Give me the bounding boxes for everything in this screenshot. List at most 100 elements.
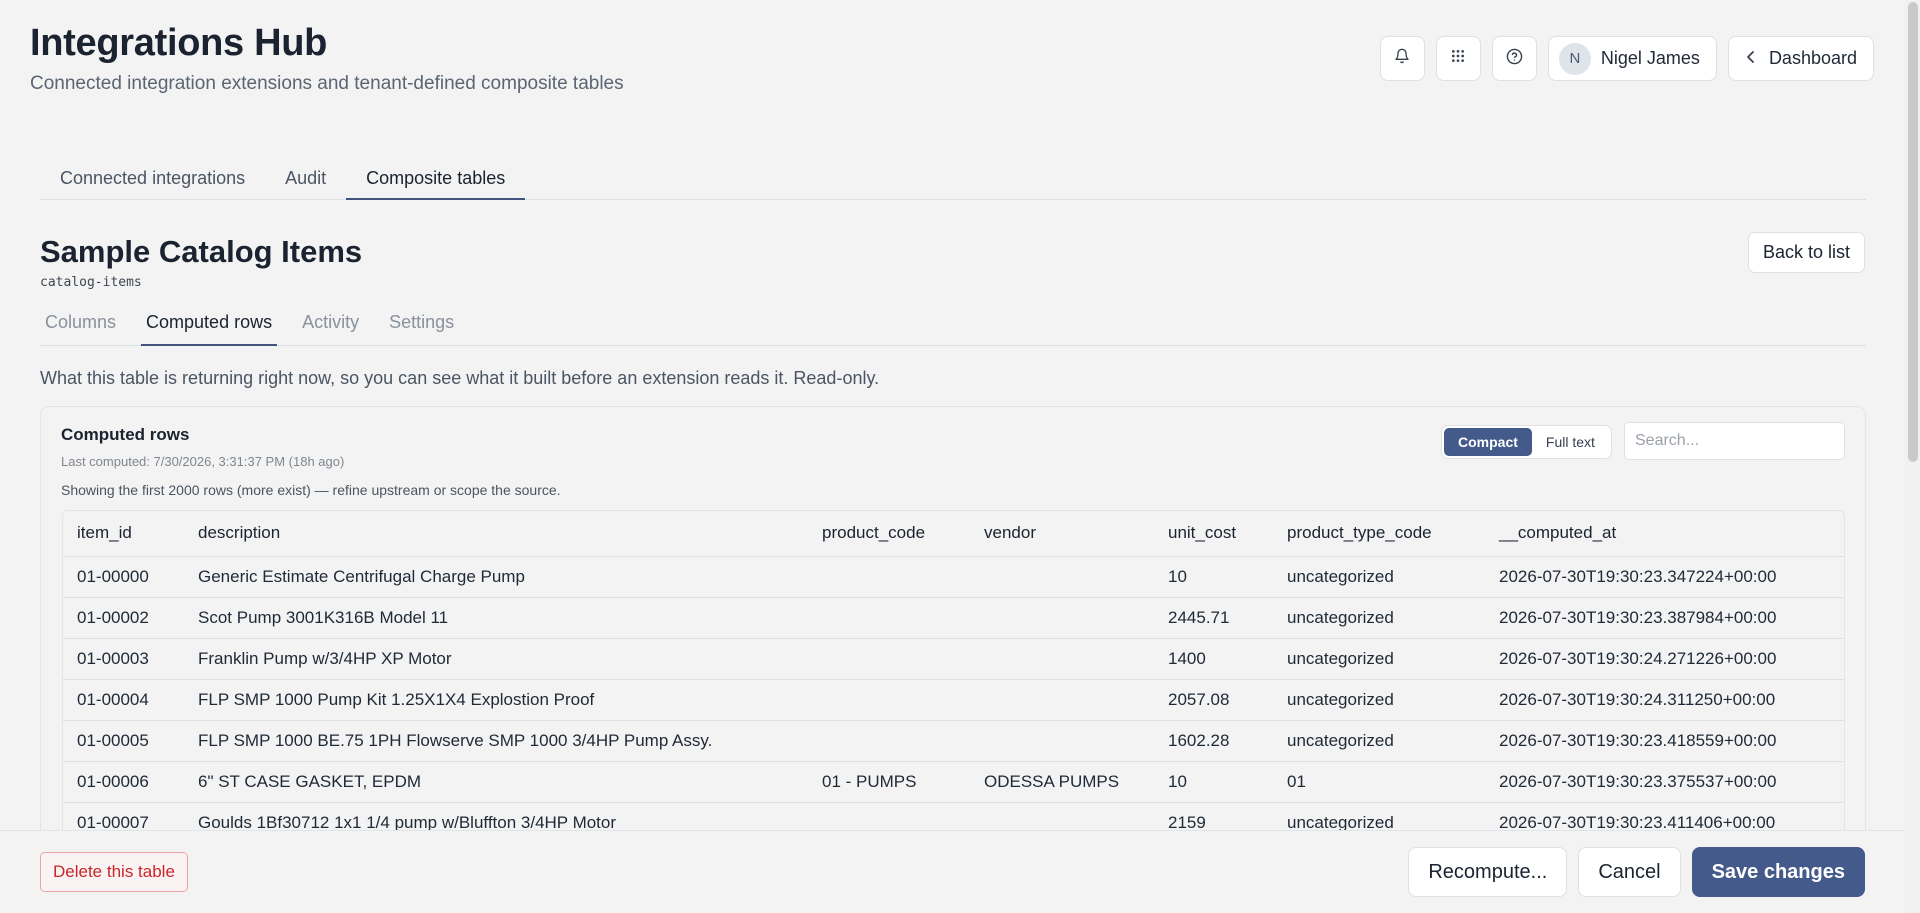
view-mode-toggle: Compact Full text <box>1441 425 1612 459</box>
table-cell: 01-00003 <box>63 638 184 680</box>
search-input[interactable] <box>1624 422 1845 460</box>
table-cell: 01 <box>1273 761 1485 803</box>
table-cell <box>970 679 1154 721</box>
view-full-text-option[interactable]: Full text <box>1532 428 1609 456</box>
subtab-activity[interactable]: Activity <box>297 306 364 346</box>
table-cell: Franklin Pump w/3/4HP XP Motor <box>184 638 808 680</box>
action-footer: Delete this table Recompute... Cancel Sa… <box>0 830 1905 913</box>
column-header[interactable]: product_type_code <box>1273 511 1485 557</box>
column-header[interactable]: __computed_at <box>1485 511 1844 557</box>
table-cell: uncategorized <box>1273 720 1485 762</box>
table-cell: 2026-07-30T19:30:23.347224+00:00 <box>1485 556 1844 598</box>
table-cell <box>970 638 1154 680</box>
table-cell: uncategorized <box>1273 679 1485 721</box>
table-title: Sample Catalog Items <box>40 234 363 269</box>
bell-icon <box>1394 48 1410 69</box>
table-cell: 01-00000 <box>63 556 184 598</box>
delete-table-button[interactable]: Delete this table <box>40 852 188 892</box>
dashboard-label: Dashboard <box>1768 48 1857 68</box>
table-row: 01-00004 FLP SMP 1000 Pump Kit 1.25X1X4 … <box>63 679 1844 721</box>
table-row: 01-00000 Generic Estimate Centrifugal Ch… <box>63 556 1844 598</box>
table-cell: 2445.71 <box>1154 597 1273 639</box>
page-scrollbar[interactable] <box>1905 0 1920 913</box>
back-to-list-button[interactable]: Back to list <box>1747 232 1865 273</box>
column-header[interactable]: product_code <box>808 511 970 557</box>
table-cell <box>970 597 1154 639</box>
table-cell <box>808 638 970 680</box>
table-cell: 1400 <box>1154 638 1273 680</box>
tab-audit[interactable]: Audit <box>265 158 346 200</box>
page-header: Integrations Hub Connected integration e… <box>30 22 624 95</box>
user-name: Nigel James <box>1600 48 1700 68</box>
last-computed: Last computed: 7/30/2026, 3:31:37 PM (18… <box>61 454 345 469</box>
table-cell: 01-00002 <box>63 597 184 639</box>
table-cell: uncategorized <box>1273 556 1485 598</box>
table-cell: Generic Estimate Centrifugal Charge Pump <box>184 556 808 598</box>
cancel-button[interactable]: Cancel <box>1578 847 1681 897</box>
view-compact-option[interactable]: Compact <box>1444 428 1532 456</box>
chevron-left-icon <box>1745 48 1757 69</box>
table-cell <box>970 556 1154 598</box>
table-cell: 10 <box>1154 761 1273 803</box>
table-cell: 10 <box>1154 556 1273 598</box>
table-cell: 6" ST CASE GASKET, EPDM <box>184 761 808 803</box>
tab-composite-tables[interactable]: Composite tables <box>346 158 526 200</box>
column-header[interactable]: item_id <box>63 511 184 557</box>
table-cell <box>808 597 970 639</box>
sub-tabs: Columns Computed rows Activity Settings <box>40 306 1866 346</box>
save-changes-button[interactable]: Save changes <box>1691 847 1865 897</box>
table-cell: 2026-07-30T19:30:24.271226+00:00 <box>1485 638 1844 680</box>
row-limit-note: Showing the first 2000 rows (more exist)… <box>61 482 561 498</box>
table-cell: FLP SMP 1000 BE.75 1PH Flowserve SMP 100… <box>184 720 808 762</box>
help-button[interactable] <box>1491 36 1537 81</box>
recompute-button[interactable]: Recompute... <box>1408 847 1568 897</box>
scrollbar-thumb[interactable] <box>1908 2 1918 462</box>
table-row: 01-00005 FLP SMP 1000 BE.75 1PH Flowserv… <box>63 720 1844 762</box>
table-cell: 2026-07-30T19:30:23.418559+00:00 <box>1485 720 1844 762</box>
column-header[interactable]: vendor <box>970 511 1154 557</box>
subtab-computed-rows[interactable]: Computed rows <box>141 306 278 346</box>
table-header-row: item_id description product_code vendor … <box>63 511 1844 557</box>
table-cell <box>808 556 970 598</box>
table-cell: ODESSA PUMPS <box>970 761 1154 803</box>
main-tabs: Connected integrations Audit Composite t… <box>40 158 1866 200</box>
table-cell: 01-00005 <box>63 720 184 762</box>
column-header[interactable]: description <box>184 511 808 557</box>
table-cell <box>808 679 970 721</box>
table-row: 01-00003 Franklin Pump w/3/4HP XP Motor … <box>63 638 1844 680</box>
table-cell: uncategorized <box>1273 597 1485 639</box>
table-cell: FLP SMP 1000 Pump Kit 1.25X1X4 Explostio… <box>184 679 808 721</box>
help-icon <box>1506 48 1523 70</box>
subtab-columns[interactable]: Columns <box>40 306 121 346</box>
table-cell <box>808 720 970 762</box>
subtab-settings[interactable]: Settings <box>384 306 459 346</box>
table-cell: Scot Pump 3001K316B Model 11 <box>184 597 808 639</box>
table-row: 01-00002 Scot Pump 3001K316B Model 11 24… <box>63 597 1844 639</box>
apps-button[interactable] <box>1435 36 1481 81</box>
table-cell: 01-00006 <box>63 761 184 803</box>
app-title: Integrations Hub <box>30 22 328 64</box>
tab-connected-integrations[interactable]: Connected integrations <box>40 158 265 200</box>
footer-actions: Recompute... Cancel Save changes <box>1408 847 1865 897</box>
table-cell: 1602.28 <box>1154 720 1273 762</box>
top-actions: N Nigel James Dashboard <box>1379 36 1874 81</box>
user-menu-button[interactable]: N Nigel James <box>1547 36 1717 81</box>
table-cell: 2026-07-30T19:30:23.387984+00:00 <box>1485 597 1844 639</box>
table-cell: uncategorized <box>1273 638 1485 680</box>
table-cell: 2026-07-30T19:30:24.311250+00:00 <box>1485 679 1844 721</box>
table-row: 01-00006 6" ST CASE GASKET, EPDM 01 - PU… <box>63 761 1844 803</box>
table-cell: 2057.08 <box>1154 679 1273 721</box>
table-cell <box>970 720 1154 762</box>
column-header[interactable]: unit_cost <box>1154 511 1273 557</box>
notifications-button[interactable] <box>1379 36 1425 81</box>
table-cell: 01 - PUMPS <box>808 761 970 803</box>
table-cell: 2026-07-30T19:30:23.375537+00:00 <box>1485 761 1844 803</box>
intro-text: What this table is returning right now, … <box>40 368 880 388</box>
dashboard-button[interactable]: Dashboard <box>1727 36 1874 81</box>
app-subtitle: Connected integration extensions and ten… <box>30 73 624 94</box>
apps-grid-icon <box>1450 48 1466 69</box>
table-slug: catalog-items <box>40 275 142 290</box>
avatar: N <box>1558 42 1591 75</box>
card-title: Computed rows <box>61 425 190 444</box>
table-cell: 01-00004 <box>63 679 184 721</box>
